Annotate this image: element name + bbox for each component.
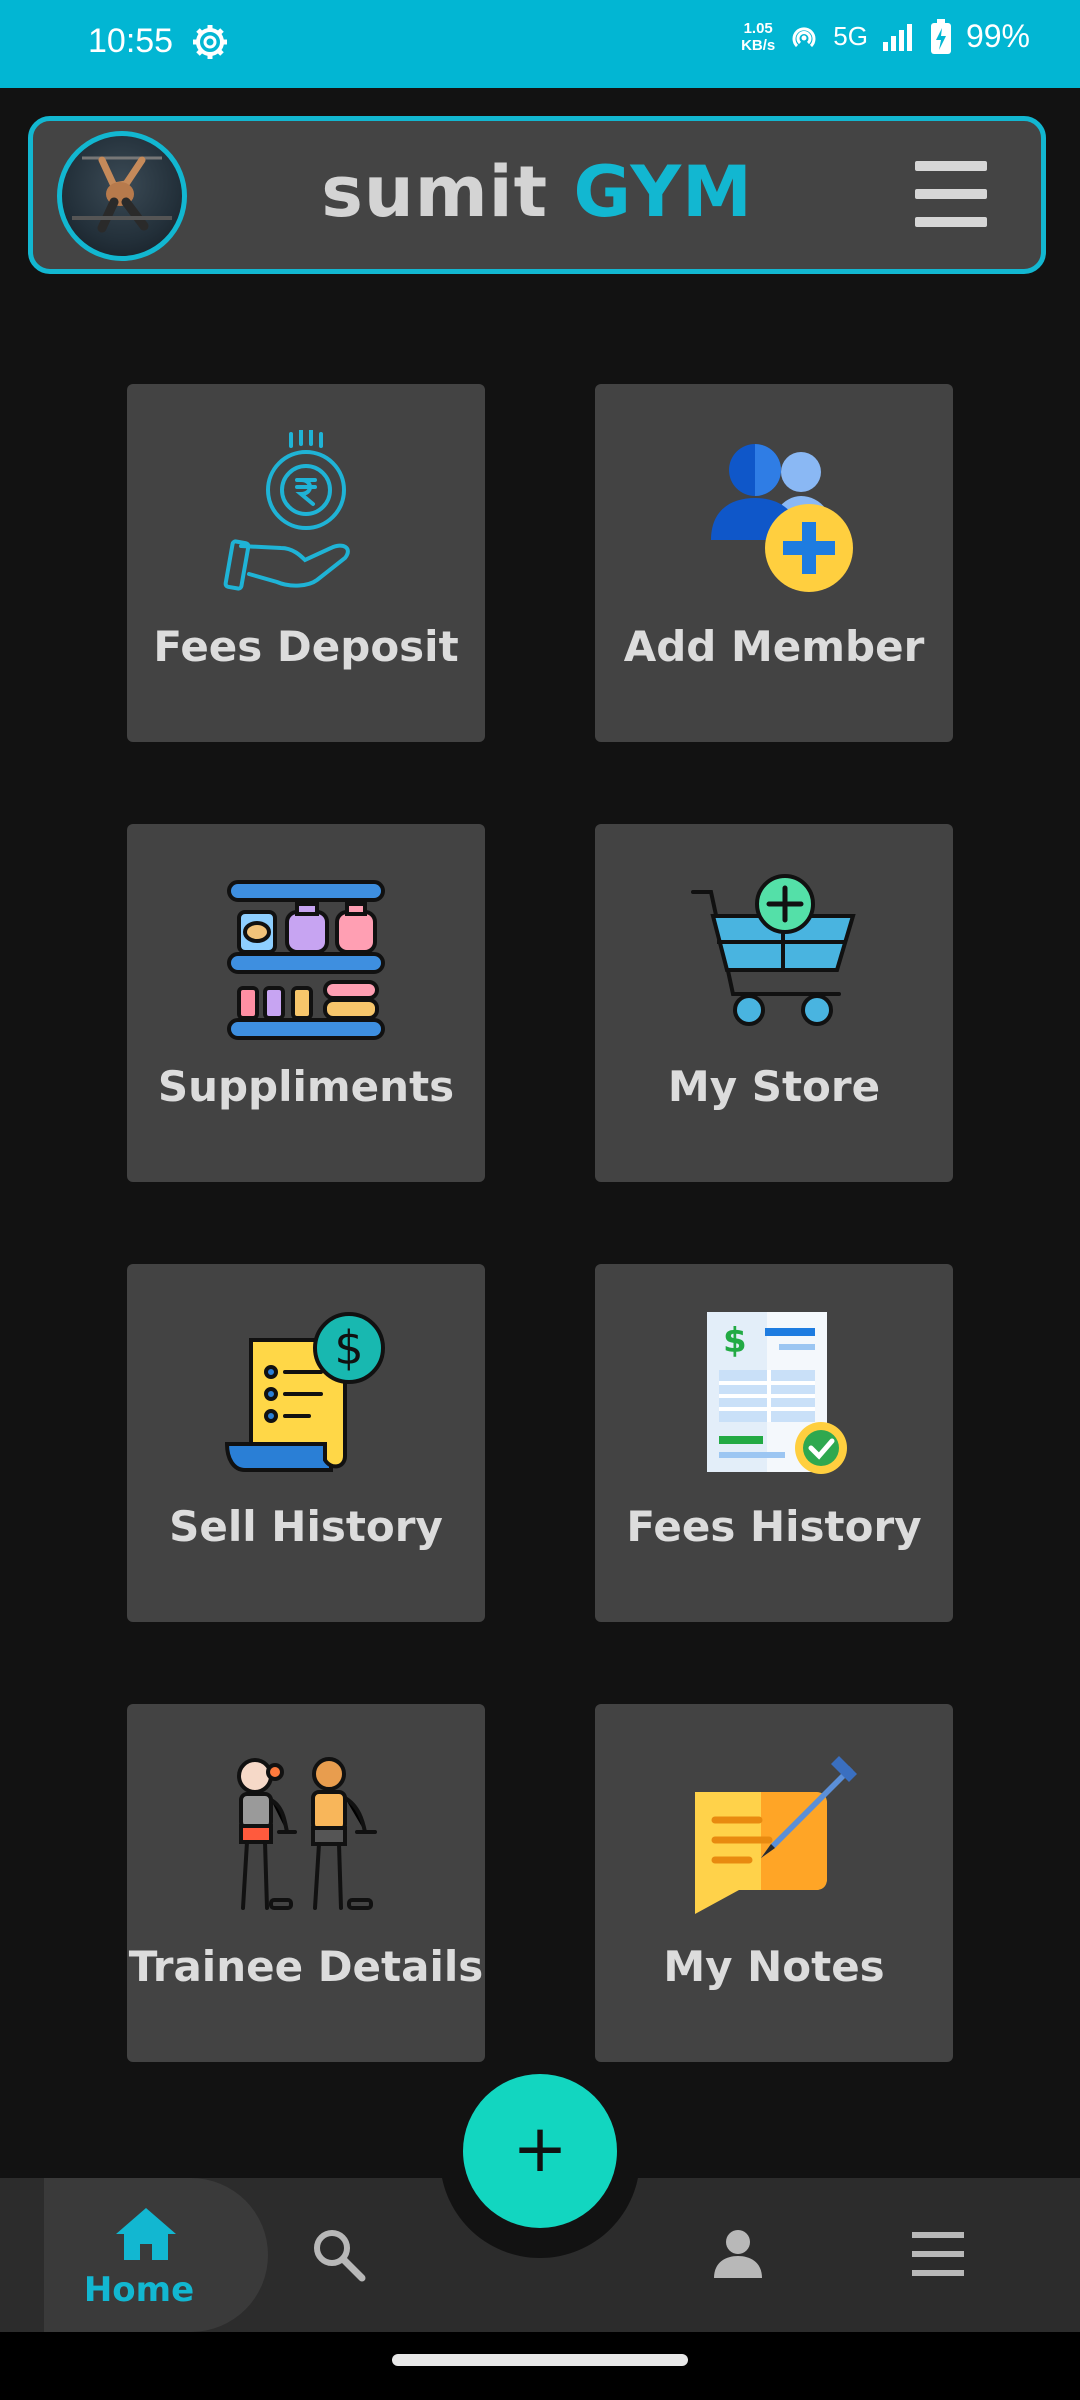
- svg-text:$: $: [723, 1321, 747, 1361]
- nav-home[interactable]: Home: [44, 2178, 268, 2332]
- net-speed-value: 1.05: [743, 19, 773, 37]
- status-right: 1.05 KB/s 5G 99%: [741, 18, 1030, 55]
- invoice-check-icon: $: [707, 1312, 847, 1474]
- status-bar: 10:55 1.05 KB/s 5G 99%: [0, 0, 1080, 88]
- tile-label: Sell History: [169, 1502, 443, 1551]
- tile-label: My Store: [667, 1062, 881, 1111]
- app-title: sumit GYM: [33, 151, 1041, 233]
- tile-suppliments[interactable]: Suppliments: [127, 824, 485, 1182]
- cart-add-icon: [691, 874, 856, 1026]
- app-header: sumit GYM: [28, 116, 1046, 274]
- tile-fees-deposit[interactable]: Fees Deposit: [127, 384, 485, 742]
- supplement-shelf-icon: [227, 880, 385, 1040]
- nav-home-label: Home: [83, 2270, 195, 2310]
- tile-add-member[interactable]: Add Member: [595, 384, 953, 742]
- tile-my-store[interactable]: My Store: [595, 824, 953, 1182]
- settings-gear-icon: [193, 25, 227, 59]
- app-title-part2: GYM: [573, 151, 753, 233]
- tile-label: My Notes: [663, 1942, 885, 1991]
- receipt-dollar-icon: $: [224, 1312, 385, 1472]
- profile-icon[interactable]: [712, 2228, 764, 2280]
- tile-label: Fees History: [626, 1502, 922, 1551]
- hamburger-menu-icon[interactable]: [915, 161, 987, 231]
- search-icon[interactable]: [310, 2226, 366, 2282]
- network-type: 5G: [833, 21, 868, 51]
- home-indicator[interactable]: [392, 2354, 688, 2366]
- app-title-part1: sumit: [321, 151, 549, 233]
- battery-charging-icon: [930, 18, 951, 54]
- tile-label: Suppliments: [157, 1062, 455, 1111]
- tile-my-notes[interactable]: My Notes: [595, 1704, 953, 2062]
- net-speed-unit: KB/s: [741, 36, 776, 54]
- trainees-icon: [237, 1757, 377, 1910]
- svg-text:$: $: [334, 1321, 363, 1375]
- tile-fees-history[interactable]: $ Fees History: [595, 1264, 953, 1622]
- tile-sell-history[interactable]: $ Sell History: [127, 1264, 485, 1622]
- battery-percent: 99%: [965, 18, 1030, 54]
- menu-icon[interactable]: [910, 2228, 966, 2280]
- add-member-icon: [711, 444, 853, 592]
- add-fab-button[interactable]: +: [463, 2074, 617, 2228]
- net-speed: 1.05 KB/s: [741, 20, 775, 54]
- rupee-coin-hand-icon: [223, 430, 350, 591]
- tile-trainee-details[interactable]: Trainee Details: [127, 1704, 485, 2062]
- tile-label: Fees Deposit: [153, 622, 459, 671]
- signal-icon: [882, 23, 912, 51]
- gesture-bar: [0, 2332, 1080, 2400]
- status-time: 10:55: [88, 22, 174, 60]
- tile-label: Add Member: [623, 622, 925, 671]
- hotspot-icon: [792, 26, 816, 47]
- tile-label: Trainee Details: [128, 1942, 484, 1991]
- home-icon: [116, 2208, 176, 2260]
- notes-pencil-icon: [695, 1756, 857, 1914]
